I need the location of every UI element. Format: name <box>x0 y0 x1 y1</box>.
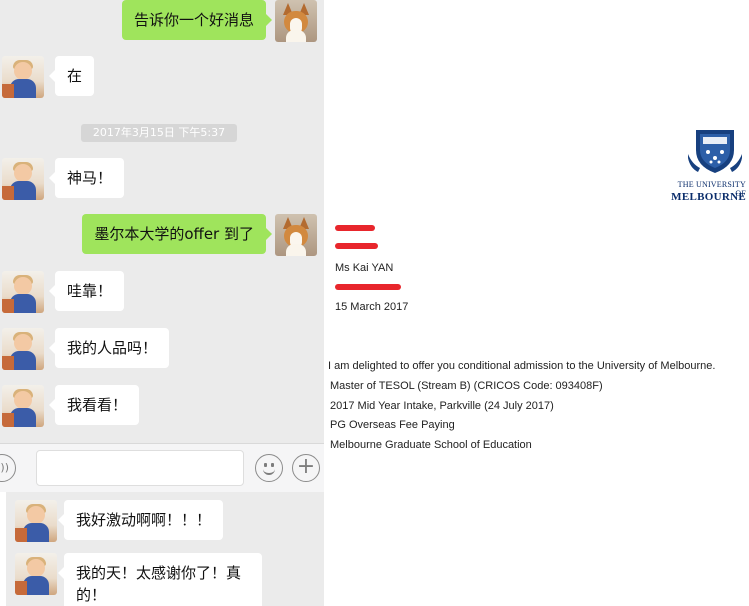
message-received: 哇靠！ <box>0 271 324 313</box>
message-received: 我好激动啊啊！！！ <box>6 500 324 542</box>
baby-avatar[interactable] <box>2 158 44 200</box>
fee-type: PG Overseas Fee Paying <box>330 419 455 431</box>
plus-icon[interactable]: + <box>292 454 320 482</box>
offer-intro: I am delighted to offer you conditional … <box>328 360 716 372</box>
redaction-mark <box>335 243 378 249</box>
message-bubble[interactable]: 我的天！太感谢你了！真的！ <box>58 553 262 606</box>
baby-avatar[interactable] <box>2 271 44 313</box>
message-sent: 墨尔本大学的offer 到了 <box>0 214 324 256</box>
message-input-bar: ·)) + <box>0 443 324 492</box>
recipient-name: Ms Kai YAN <box>335 262 394 274</box>
redaction-mark <box>335 284 401 290</box>
school-name: Melbourne Graduate School of Education <box>330 439 532 451</box>
redaction-mark <box>335 225 375 231</box>
corgi-avatar[interactable] <box>275 0 317 42</box>
baby-avatar[interactable] <box>2 328 44 370</box>
message-bubble[interactable]: 神马！ <box>48 158 125 198</box>
message-bubble[interactable]: 我好激动啊啊！！！ <box>57 500 224 540</box>
message-received: 神马！ <box>0 158 324 200</box>
message-bubble[interactable]: 我看看！ <box>48 385 140 425</box>
voice-icon[interactable]: ·)) <box>0 454 16 482</box>
course-name: Master of TESOL (Stream B) (CRICOS Code:… <box>330 380 603 392</box>
message-received: 我的人品吗！ <box>0 328 324 370</box>
corgi-avatar[interactable] <box>275 214 317 256</box>
intake-details: 2017 Mid Year Intake, Parkville (24 July… <box>330 400 554 412</box>
message-received: 我看看！ <box>0 385 324 427</box>
message-bubble[interactable]: 墨尔本大学的offer 到了 <box>82 214 272 254</box>
baby-avatar[interactable] <box>2 385 44 427</box>
timestamp: 2017年3月15日 下午5:37 <box>81 124 237 142</box>
message-received: 在 <box>0 56 324 98</box>
message-bubble[interactable]: 我的人品吗！ <box>48 328 170 368</box>
message-received: 我的天！太感谢你了！真的！ <box>6 553 324 606</box>
chat-window: 告诉你一个好消息 在 2017年3月15日 下午5:37 神马！ 墨尔本大学的o… <box>0 0 324 443</box>
university-name-line2: MELBOURNE <box>671 191 746 203</box>
letter-date: 15 March 2017 <box>335 301 409 313</box>
offer-letter: THE UNIVERSITY OF MELBOURNE Ms Kai YAN 1… <box>324 0 749 606</box>
emoji-icon[interactable] <box>255 454 283 482</box>
message-sent: 告诉你一个好消息 <box>0 0 324 42</box>
message-input[interactable] <box>36 450 244 486</box>
message-bubble[interactable]: 在 <box>48 56 95 96</box>
baby-avatar[interactable] <box>15 500 57 542</box>
university-crest-icon <box>688 130 742 173</box>
baby-avatar[interactable] <box>15 553 57 595</box>
message-bubble[interactable]: 哇靠！ <box>48 271 125 311</box>
chat-window-continued: 我好激动啊啊！！！ 我的天！太感谢你了！真的！ <box>0 492 324 606</box>
baby-avatar[interactable] <box>2 56 44 98</box>
message-bubble[interactable]: 告诉你一个好消息 <box>121 0 273 40</box>
